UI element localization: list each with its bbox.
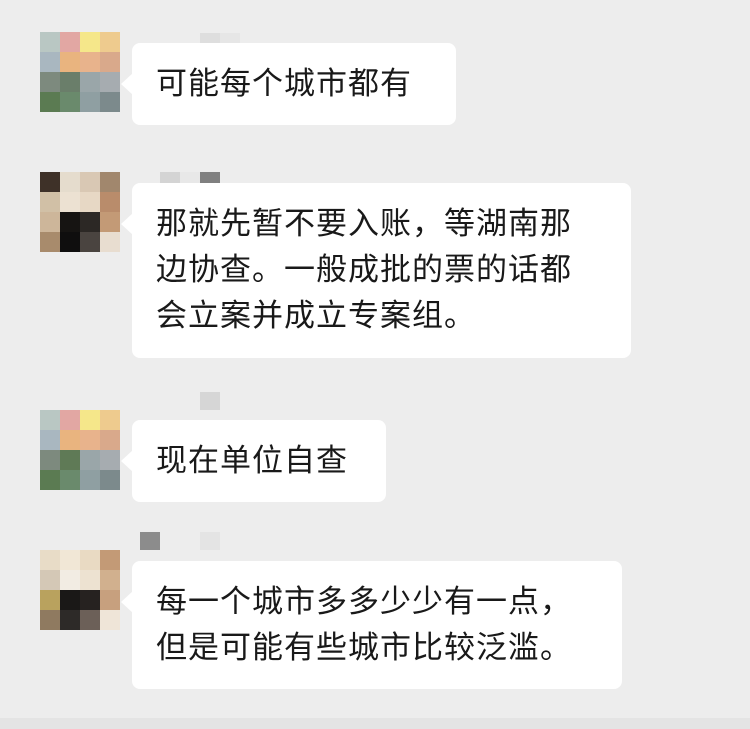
avatar[interactable] [40,410,120,490]
message-text: 可能每个城市都有 [156,66,412,102]
message-bubble[interactable]: 那就先暂不要入账，等湖南那 边协查。一般成批的票的话都 会立案并成立专案组。 [121,183,631,358]
message-bubble[interactable]: 现在单位自查 [121,420,386,502]
message-bubble[interactable]: 可能每个城市都有 [121,43,456,125]
avatar[interactable] [40,32,120,112]
sender-name [200,392,220,410]
input-bar-edge [0,718,750,729]
avatar[interactable] [40,172,120,252]
message-bubble[interactable]: 每一个城市多多少少有一点， 但是可能有些城市比较泛滥。 [121,561,622,689]
message-text-line: 边协查。一般成批的票的话都 [156,252,572,288]
sender-name [140,532,220,550]
message-text: 现在单位自查 [156,443,348,479]
message-text-line: 但是可能有些城市比较泛滥。 [156,630,572,666]
avatar[interactable] [40,550,120,630]
message-text-line: 每一个城市多多少少有一点， [156,584,572,620]
message-text-line: 会立案并成立专案组。 [156,298,476,334]
message-text-line: 那就先暂不要入账，等湖南那 [156,206,572,242]
